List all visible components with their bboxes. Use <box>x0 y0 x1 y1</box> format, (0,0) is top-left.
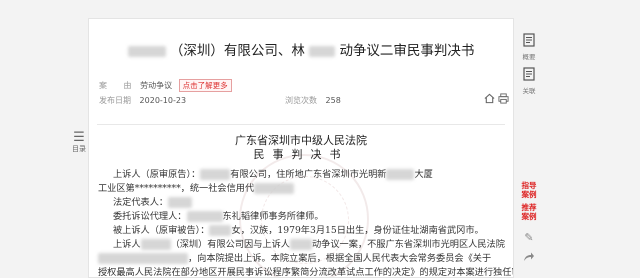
divider <box>97 124 505 125</box>
toc-button[interactable]: ☰ 目录 <box>68 131 90 154</box>
case-cause-row: 案 由 劳动争议 点击了解更多 <box>99 79 232 92</box>
learn-more-tag[interactable]: 点击了解更多 <box>178 79 232 92</box>
cause-label-2: 由 <box>123 81 132 90</box>
title-part: （深圳）有限公司、林 <box>169 43 305 59</box>
summary-button[interactable]: 概要 <box>518 32 540 61</box>
share-button[interactable] <box>518 247 540 266</box>
title-part: 动争议二审民事判决书 <box>339 43 475 59</box>
print-icon[interactable] <box>496 91 510 105</box>
share-icon <box>524 252 534 261</box>
body-line: 上诉人（原审原告）： 有限公司，住所地广东省深圳市光明新 大厦 <box>113 169 433 180</box>
redacted-text <box>309 45 336 57</box>
body-line: 被上诉人（原审被告）： 女，汉族，1979年3月15日出生，身份证住址湖南省武冈市… <box>113 225 484 236</box>
views-row: 浏览次数 258 <box>285 95 341 106</box>
document-icon <box>523 67 535 81</box>
edit-icon: ✎ <box>524 231 534 244</box>
list-icon: ☰ <box>73 130 85 145</box>
redacted-text <box>127 45 166 57</box>
document-icon <box>523 33 535 47</box>
document-title: （深圳）有限公司、林 动争议二审民事判决书 <box>89 39 513 59</box>
views-value: 258 <box>325 96 341 105</box>
body-line: 上诉人 （深圳）有限公司因与上诉人 动争议一案，不服广东省深圳市光明区人民法院 <box>113 239 505 250</box>
summary-label: 概要 <box>522 53 536 61</box>
body-line: ，向本院提出上诉。本院立案后，根据全国人民代表大会常务委员会《关于 <box>98 250 491 264</box>
body-line: 工业区第**********，统一社会信用代 <box>98 180 295 194</box>
judgment-document: （深圳）有限公司、林 动争议二审民事判决书 案 由 劳动争议 点击了解更多 发布… <box>88 18 514 278</box>
guide-case-link[interactable]: 指导案例 <box>519 181 539 199</box>
body-line: 法定代表人： <box>113 194 193 208</box>
body-line: 授权最高人民法院在部分地区开展民事诉讼程序繁简分流改革试点工作的决定》的规定对本… <box>98 267 514 278</box>
date-value: 2020-10-23 <box>139 96 187 105</box>
publish-date-row: 发布日期 2020-10-23 <box>99 95 186 106</box>
toc-label: 目录 <box>72 145 86 153</box>
cause-label: 案 <box>99 81 107 90</box>
recommend-case-link[interactable]: 推荐案例 <box>519 203 539 221</box>
body-line: 委托诉讼代理人： 东礼韬律师事务所律师。 <box>113 211 324 222</box>
edit-button[interactable]: ✎ <box>518 226 540 245</box>
views-label: 浏览次数 <box>285 96 317 105</box>
related-label: 关联 <box>522 87 536 95</box>
date-label: 发布日期 <box>99 96 131 105</box>
related-button[interactable]: 关联 <box>518 66 540 95</box>
cause-value: 劳动争议 <box>140 81 173 90</box>
home-icon[interactable] <box>482 91 496 105</box>
document-type: 民事判决书 <box>253 148 349 161</box>
